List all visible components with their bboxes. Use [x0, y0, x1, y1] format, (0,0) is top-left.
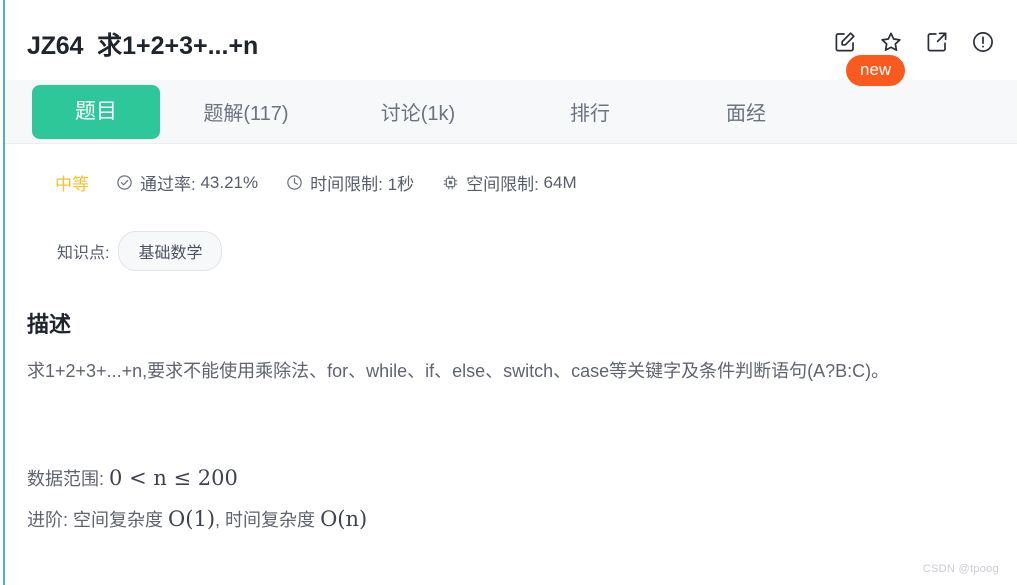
description-extra: 数据范围: 0 < n ≤ 200 进阶: 空间复杂度 O(1), 时间复杂度 …	[27, 458, 992, 540]
advanced-space-label: 空间复杂度	[73, 510, 164, 530]
pass-rate-value: 43.21%	[200, 172, 259, 192]
time-limit-item: 时间限制: 1秒	[286, 170, 414, 195]
advanced-time-label: 时间复杂度	[225, 510, 316, 530]
watermark: CSDN @tpoog	[922, 563, 999, 575]
knowledge-point-tag[interactable]: 基础数学	[118, 231, 223, 271]
data-range-value: 0 < n ≤ 200	[109, 466, 238, 490]
description-heading: 描述	[27, 312, 72, 337]
check-circle-icon	[116, 174, 133, 191]
advanced-space-value: O(1)	[168, 507, 216, 531]
problem-name: 求1+2+3+...+n	[97, 32, 259, 60]
tab-bar: 题目 题解(117) 讨论(1k) 排行 面经 new	[5, 55, 1017, 144]
page-title: JZ64 求1+2+3+...+n	[27, 26, 258, 62]
knowledge-point-label: 知识点:	[57, 245, 110, 262]
tab-solutions[interactable]: 题解(117)	[160, 97, 332, 126]
edit-note-icon[interactable]	[833, 30, 857, 54]
knowledge-point-row: 知识点: 基础数学	[57, 231, 223, 271]
share-icon[interactable]	[925, 30, 949, 54]
advanced-time-value: O(n)	[320, 507, 368, 531]
tab-list: 题目 题解(117) 讨论(1k) 排行 面经	[5, 80, 816, 143]
problem-meta: 中等 通过率: 43.21% 时间限制: 1秒 空间限制: 64M	[55, 170, 605, 195]
report-icon[interactable]	[971, 30, 995, 54]
space-limit-label: 空间限制:	[466, 175, 539, 194]
advanced-label: 进阶:	[27, 510, 69, 530]
description-paragraph: 求1+2+3+...+n,要求不能使用乘除法、for、while、if、else…	[27, 361, 890, 381]
tab-interview[interactable]: 面经	[676, 97, 816, 126]
pass-rate-item: 通过率: 43.21%	[116, 170, 258, 195]
cpu-chip-icon	[442, 174, 459, 191]
header-actions	[833, 30, 995, 54]
data-range-label: 数据范围:	[27, 469, 105, 489]
tab-ranking[interactable]: 排行	[504, 97, 676, 126]
advanced-line: 进阶: 空间复杂度 O(1), 时间复杂度 O(n)	[27, 499, 992, 540]
data-range-line: 数据范围: 0 < n ≤ 200	[27, 458, 992, 499]
advanced-separator: ,	[215, 510, 221, 530]
clock-icon	[286, 174, 303, 191]
time-limit-label: 时间限制:	[310, 175, 383, 194]
pass-rate-label: 通过率:	[140, 175, 196, 194]
star-icon[interactable]	[879, 30, 903, 54]
new-badge: new	[846, 55, 906, 86]
page-content: JZ64 求1+2+3+...+n 题目 题解(117) 讨论(1k) 排行 面…	[5, 0, 1017, 585]
tab-problem[interactable]: 题目	[32, 84, 160, 139]
problem-id: JZ64	[27, 32, 84, 60]
tab-discussion[interactable]: 讨论(1k)	[332, 97, 504, 126]
difficulty-badge: 中等	[55, 175, 89, 194]
space-limit-item: 空间限制: 64M	[442, 170, 577, 195]
time-limit-value: 1秒	[387, 175, 415, 194]
problem-page: JZ64 求1+2+3+...+n 题目 题解(117) 讨论(1k) 排行 面…	[0, 0, 1017, 585]
space-limit-value: 64M	[543, 172, 577, 192]
